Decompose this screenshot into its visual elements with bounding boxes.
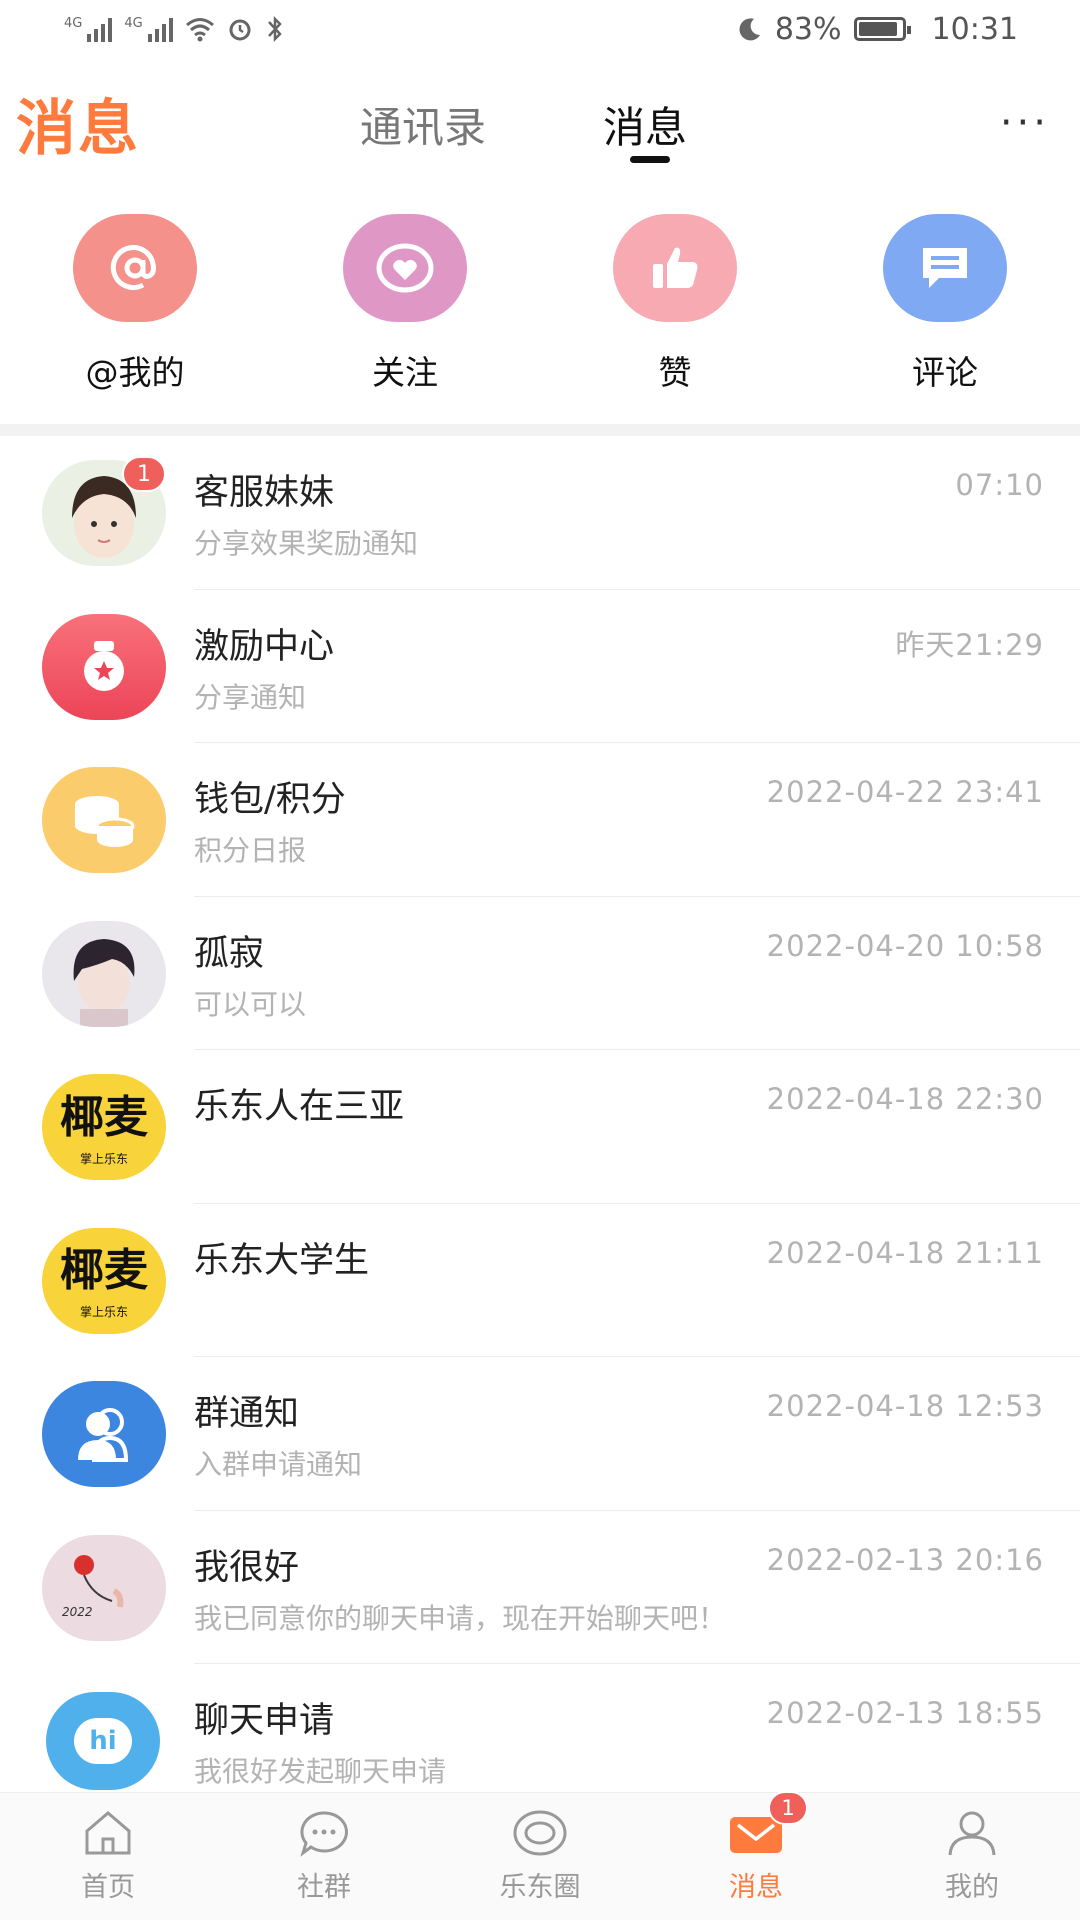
chat-bubble-icon bbox=[300, 1811, 348, 1857]
battery-icon bbox=[853, 17, 911, 41]
home-icon bbox=[85, 1811, 131, 1855]
conversation-name: 钱包/积分 bbox=[194, 780, 346, 820]
network-type: 4G bbox=[64, 16, 83, 31]
conversation-preview: 分享通知 bbox=[194, 680, 307, 714]
status-bar: 4G 4G 83% 10:31 bbox=[0, 0, 1080, 58]
nav-unread-badge: 1 bbox=[768, 1791, 808, 1825]
conversation-name: 客服妹妹 bbox=[194, 473, 335, 513]
yemai-logo: 椰麦 掌上乐东 bbox=[42, 1227, 166, 1334]
flower-avatar: 2022 bbox=[42, 1534, 166, 1641]
conversation-time: 2022-04-18 12:53 bbox=[766, 1389, 1044, 1423]
conversation-row[interactable]: 孤寂 可以可以 2022-04-20 10:58 bbox=[0, 897, 1080, 1050]
nav-label: 社群 bbox=[297, 1872, 351, 1903]
at-icon bbox=[73, 214, 197, 322]
comment-icon bbox=[883, 214, 1007, 322]
conversation-list: 1 客服妹妹 分享效果奖励通知 07:10 激励中心 分享通知 昨天21:29 … bbox=[0, 436, 1080, 1818]
quick-action-label: @我的 bbox=[85, 353, 185, 392]
conversation-name: 乐东大学生 bbox=[194, 1240, 370, 1281]
quick-action-comments[interactable]: 评论 bbox=[810, 168, 1080, 424]
thumbs-up-icon bbox=[613, 214, 737, 322]
tab-messages[interactable]: 消息 bbox=[603, 94, 687, 155]
quick-action-likes[interactable]: 赞 bbox=[540, 168, 810, 424]
conversation-row[interactable]: 椰麦 掌上乐东 乐东人在三亚 2022-04-18 22:30 bbox=[0, 1050, 1080, 1204]
quick-action-label: 赞 bbox=[658, 353, 692, 392]
conversation-time: 2022-04-20 10:58 bbox=[766, 928, 1044, 963]
conversation-time: 07:10 bbox=[955, 468, 1044, 502]
nav-home[interactable]: 首页 bbox=[0, 1793, 216, 1920]
conversation-name: 我很好 bbox=[194, 1547, 300, 1588]
yemai-logo: 椰麦 掌上乐东 bbox=[42, 1074, 166, 1180]
conversation-name: 孤寂 bbox=[194, 933, 265, 974]
quick-action-label: 关注 bbox=[372, 353, 438, 392]
clock: 10:31 bbox=[931, 11, 1018, 47]
conversation-time: 昨天21:29 bbox=[895, 627, 1044, 662]
conversation-name: 群通知 bbox=[194, 1394, 300, 1434]
heart-icon bbox=[343, 214, 467, 322]
conversation-name: 聊天申请 bbox=[194, 1701, 335, 1741]
nav-circle[interactable]: 乐东圈 bbox=[432, 1793, 648, 1920]
hi-text: hi bbox=[89, 1726, 117, 1756]
conversation-name: 乐东人在三亚 bbox=[194, 1087, 405, 1127]
speech-bubble-icon: hi bbox=[74, 1718, 132, 1764]
wifi-icon bbox=[185, 18, 214, 42]
nav-label: 消息 bbox=[729, 1872, 783, 1903]
conversation-row[interactable]: 群通知 入群申请通知 2022-04-18 12:53 bbox=[0, 1357, 1080, 1511]
circle-icon bbox=[513, 1810, 567, 1856]
moon-icon bbox=[739, 18, 760, 41]
quick-action-mentions[interactable]: @我的 bbox=[0, 168, 270, 424]
unread-badge: 1 bbox=[122, 456, 166, 492]
avatar-caption: 2022 bbox=[62, 1604, 93, 1619]
conversation-time: 2022-02-13 18:55 bbox=[766, 1696, 1044, 1730]
conversation-preview: 积分日报 bbox=[194, 834, 307, 867]
conversation-row[interactable]: 椰麦 掌上乐东 乐东大学生 2022-04-18 21:11 bbox=[0, 1204, 1080, 1357]
profile-icon bbox=[948, 1811, 996, 1856]
conversation-time: 2022-04-22 23:41 bbox=[766, 775, 1044, 809]
conversation-preview: 分享效果奖励通知 bbox=[194, 527, 419, 560]
medal-icon bbox=[42, 613, 166, 720]
logo-subtext: 掌上乐东 bbox=[79, 1305, 128, 1319]
conversation-row[interactable]: 钱包/积分 积分日报 2022-04-22 23:41 bbox=[0, 743, 1080, 897]
bottom-nav: 首页 社群 乐东圈 1 消息 我的 bbox=[0, 1791, 1080, 1920]
conversation-name: 激励中心 bbox=[194, 626, 335, 667]
more-menu-button[interactable]: ··· bbox=[1000, 100, 1050, 146]
group-icon bbox=[42, 1381, 166, 1487]
alarm-icon bbox=[229, 19, 251, 41]
nav-label: 我的 bbox=[945, 1872, 999, 1903]
hi-icon: hi bbox=[46, 1692, 160, 1790]
logo-text: 椰麦 bbox=[60, 1091, 148, 1143]
conversation-time: 2022-02-13 20:16 bbox=[766, 1542, 1044, 1577]
logo-subtext: 掌上乐东 bbox=[79, 1151, 128, 1166]
nav-label: 首页 bbox=[81, 1872, 135, 1903]
signal-icon-2: 4G bbox=[124, 16, 173, 42]
conversation-row[interactable]: 激励中心 分享通知 昨天21:29 bbox=[0, 590, 1080, 743]
coins-icon bbox=[42, 767, 166, 873]
conversation-row[interactable]: 1 客服妹妹 分享效果奖励通知 07:10 bbox=[0, 436, 1080, 590]
tab-contacts[interactable]: 通讯录 bbox=[360, 94, 486, 155]
logo-text: 椰麦 bbox=[60, 1245, 148, 1296]
conversation-preview: 我很好发起聊天申请 bbox=[194, 1755, 447, 1788]
conversation-row[interactable]: 2022 我很好 我已同意你的聊天申请，现在开始聊天吧！ 2022-02-13 … bbox=[0, 1511, 1080, 1664]
quick-action-label: 评论 bbox=[912, 353, 978, 392]
conversation-preview: 可以可以 bbox=[194, 987, 307, 1021]
active-tab-indicator bbox=[630, 156, 670, 163]
nav-messages[interactable]: 1 消息 bbox=[648, 1791, 864, 1920]
section-divider bbox=[0, 424, 1080, 436]
nav-community[interactable]: 社群 bbox=[216, 1793, 432, 1920]
header: 消息 通讯录 消息 ··· bbox=[0, 58, 1080, 168]
conversation-preview: 我已同意你的聊天申请，现在开始聊天吧！ bbox=[194, 1601, 727, 1635]
page-title: 消息 bbox=[16, 94, 140, 164]
signal-icon: 4G bbox=[64, 16, 113, 42]
network-type-2: 4G bbox=[124, 16, 143, 31]
quick-action-follow[interactable]: 关注 bbox=[270, 168, 540, 424]
conversation-preview: 入群申请通知 bbox=[194, 1448, 363, 1481]
nav-label: 乐东圈 bbox=[499, 1872, 581, 1903]
bluetooth-icon bbox=[267, 15, 282, 43]
conversation-time: 2022-04-18 22:30 bbox=[766, 1082, 1044, 1116]
quick-actions: @我的 关注 赞 评论 bbox=[0, 168, 1080, 424]
nav-profile[interactable]: 我的 bbox=[864, 1793, 1080, 1920]
boy-avatar bbox=[42, 920, 166, 1027]
conversation-time: 2022-04-18 21:11 bbox=[766, 1235, 1044, 1270]
battery-percent: 83% bbox=[774, 11, 842, 47]
